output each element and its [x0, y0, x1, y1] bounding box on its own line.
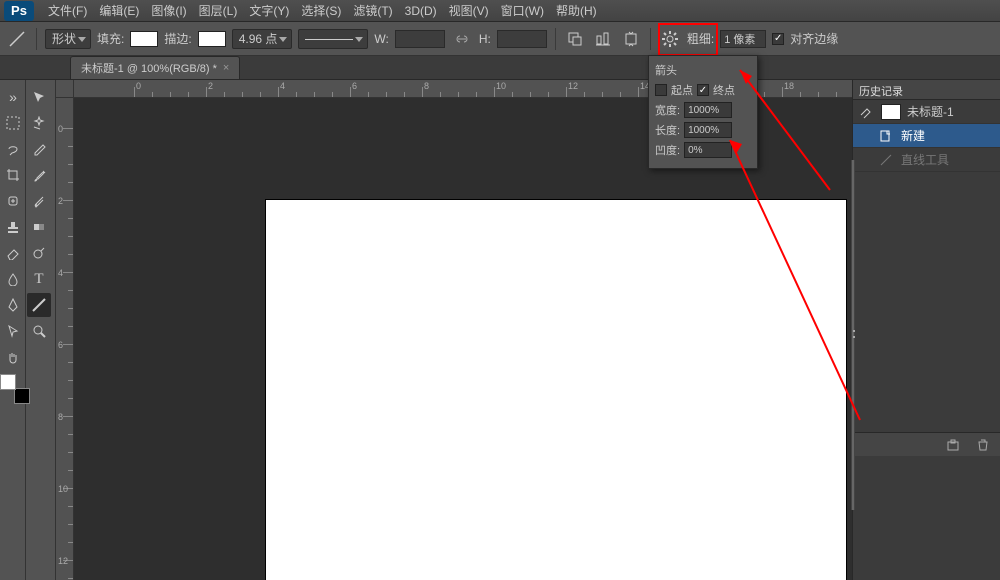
healing-tool[interactable]: [1, 189, 25, 213]
pen-tool[interactable]: [1, 293, 25, 317]
menu-filter[interactable]: 滤镜(T): [347, 0, 398, 22]
snapshot-thumb: [881, 104, 901, 120]
link-wh-icon[interactable]: [451, 28, 473, 50]
arrowhead-popup: 箭头 起点 ✓ 终点 宽度: 长度: 凹度:: [648, 55, 758, 169]
menu-3d[interactable]: 3D(D): [399, 0, 443, 22]
new-snapshot-icon[interactable]: [942, 434, 964, 456]
stroke-width-dropdown[interactable]: 4.96 点: [232, 29, 293, 49]
tools-panel-right: T: [26, 80, 56, 580]
arrow-length-label: 长度:: [655, 122, 680, 138]
history-item-label: 新建: [901, 127, 925, 144]
arrow-width-field[interactable]: [684, 102, 732, 118]
path-ops-icon[interactable]: [564, 28, 586, 50]
path-select-tool[interactable]: [1, 319, 25, 343]
hand-tool[interactable]: [1, 345, 25, 369]
line-tool-icon: [6, 28, 28, 50]
align-icon[interactable]: [592, 28, 614, 50]
text-tool[interactable]: T: [27, 267, 51, 291]
delete-icon[interactable]: [972, 434, 994, 456]
close-tab-icon[interactable]: ×: [223, 62, 229, 74]
history-panel-title[interactable]: 历史记录: [853, 80, 1000, 100]
popup-title: 箭头: [655, 62, 751, 78]
fill-label: 填充:: [97, 30, 124, 47]
tools-panel-left: »: [0, 80, 26, 580]
lasso-tool[interactable]: [1, 137, 25, 161]
document-tab-bar: 未标题-1 @ 100%(RGB/8) * ×: [0, 56, 1000, 80]
snapshot-label: 未标题-1: [907, 103, 954, 120]
expand-tools-icon[interactable]: »: [1, 85, 25, 109]
history-item-line[interactable]: 直线工具: [853, 148, 1000, 172]
blur-tool[interactable]: [1, 267, 25, 291]
w-label: W:: [374, 32, 388, 46]
gear-icon[interactable]: [659, 28, 681, 50]
height-field[interactable]: [497, 30, 547, 48]
panel-resizer[interactable]: [851, 160, 855, 510]
ruler-corner: [56, 80, 74, 98]
history-panel-footer: [853, 432, 1000, 456]
eraser-tool[interactable]: [1, 241, 25, 265]
arrow-concave-label: 凹度:: [655, 142, 680, 158]
brush-preview-icon: [859, 105, 875, 119]
dodge-tool[interactable]: [27, 241, 51, 265]
menu-bar: Ps 文件(F) 编辑(E) 图像(I) 图层(L) 文字(Y) 选择(S) 滤…: [0, 0, 1000, 22]
line-shape-tool[interactable]: [27, 293, 51, 317]
menu-select[interactable]: 选择(S): [295, 0, 347, 22]
app-logo: Ps: [4, 1, 34, 21]
arrow-width-label: 宽度:: [655, 102, 680, 118]
new-doc-icon: [879, 129, 895, 143]
history-panel: 历史记录 未标题-1 新建 直线工具: [852, 80, 1000, 580]
menu-help[interactable]: 帮助(H): [550, 0, 603, 22]
line-step-icon: [879, 153, 895, 167]
align-edges-label: 对齐边缘: [790, 30, 838, 47]
start-checkbox[interactable]: [655, 84, 667, 96]
menu-type[interactable]: 文字(Y): [243, 0, 295, 22]
history-brush-tool[interactable]: [27, 189, 51, 213]
marquee-tool[interactable]: [1, 111, 25, 135]
stroke-style-dropdown[interactable]: [298, 29, 368, 49]
start-label: 起点: [671, 82, 693, 98]
menu-edit[interactable]: 编辑(E): [93, 0, 145, 22]
move-tool[interactable]: [27, 85, 51, 109]
width-field[interactable]: [395, 30, 445, 48]
history-snapshot[interactable]: 未标题-1: [853, 100, 1000, 124]
wand-tool[interactable]: [27, 111, 51, 135]
weight-field[interactable]: [720, 30, 766, 48]
menu-window[interactable]: 窗口(W): [495, 0, 550, 22]
document-canvas[interactable]: [266, 200, 846, 580]
gradient-tool[interactable]: [27, 215, 51, 239]
document-tab-title: 未标题-1 @ 100%(RGB/8) *: [81, 60, 217, 76]
menu-image[interactable]: 图像(I): [145, 0, 192, 22]
eyedropper-tool[interactable]: [27, 137, 51, 161]
stroke-label: 描边:: [164, 30, 191, 47]
arrow-length-field[interactable]: [684, 122, 732, 138]
color-swatches[interactable]: [0, 374, 30, 404]
end-label: 终点: [713, 82, 735, 98]
history-item-new[interactable]: 新建: [853, 124, 1000, 148]
document-tab[interactable]: 未标题-1 @ 100%(RGB/8) * ×: [70, 56, 240, 79]
options-bar: 形状 填充: 描边: 4.96 点 W: H: 粗细: ✓ 对齐边缘: [0, 22, 1000, 56]
h-label: H:: [479, 32, 491, 46]
brush-tool[interactable]: [27, 163, 51, 187]
history-item-label: 直线工具: [901, 151, 949, 168]
menu-file[interactable]: 文件(F): [42, 0, 93, 22]
weight-label: 粗细:: [687, 30, 714, 47]
ruler-vertical[interactable]: 024681012: [56, 98, 74, 580]
menu-view[interactable]: 视图(V): [443, 0, 495, 22]
arrange-icon[interactable]: [620, 28, 642, 50]
zoom-tool[interactable]: [27, 319, 51, 343]
fill-swatch[interactable]: [130, 31, 158, 47]
arrow-concave-field[interactable]: [684, 142, 732, 158]
stamp-tool[interactable]: [1, 215, 25, 239]
align-edges-checkbox[interactable]: ✓: [772, 33, 784, 45]
crop-tool[interactable]: [1, 163, 25, 187]
tool-mode-dropdown[interactable]: 形状: [45, 29, 91, 49]
end-checkbox[interactable]: ✓: [697, 84, 709, 96]
stroke-swatch[interactable]: [198, 31, 226, 47]
menu-layer[interactable]: 图层(L): [193, 0, 244, 22]
